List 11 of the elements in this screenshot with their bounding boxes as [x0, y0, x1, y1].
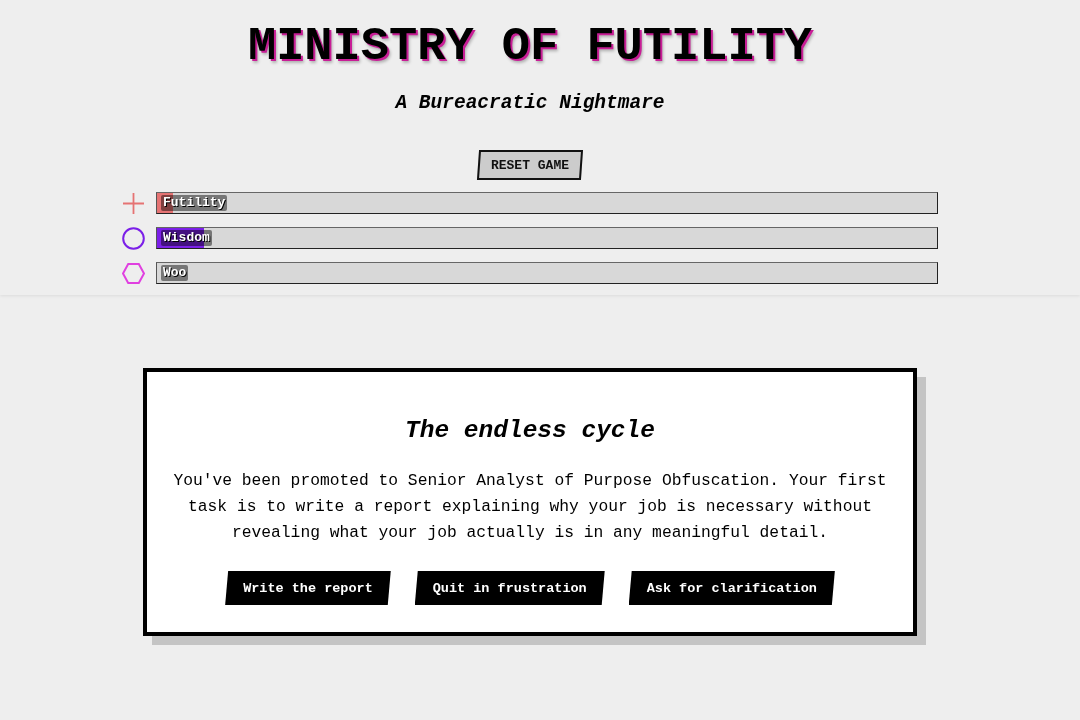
card-text: You've been promoted to Senior Analyst of Purpose Obfuscation. Your first task is to write a report explaining why your job is necessary without revealing what your job actually is in any meaningful detail.: [172, 470, 888, 544]
page-title: MINISTRY OF FUTILITY: [247, 19, 813, 75]
meter-label: Futility: [161, 195, 228, 211]
choice-button[interactable]: Write the report: [225, 571, 391, 605]
choice-button[interactable]: Ask for clarification: [628, 571, 835, 605]
meter-label: Wisdom: [161, 230, 212, 246]
card-heading: The endless cycle: [405, 416, 655, 446]
choice-button[interactable]: Quit in frustration: [414, 571, 605, 605]
meter-label: Woo: [161, 265, 189, 281]
reset-button[interactable]: RESET GAME: [476, 150, 584, 180]
page-subtitle: A Bureacratic Nightmare: [395, 91, 665, 115]
